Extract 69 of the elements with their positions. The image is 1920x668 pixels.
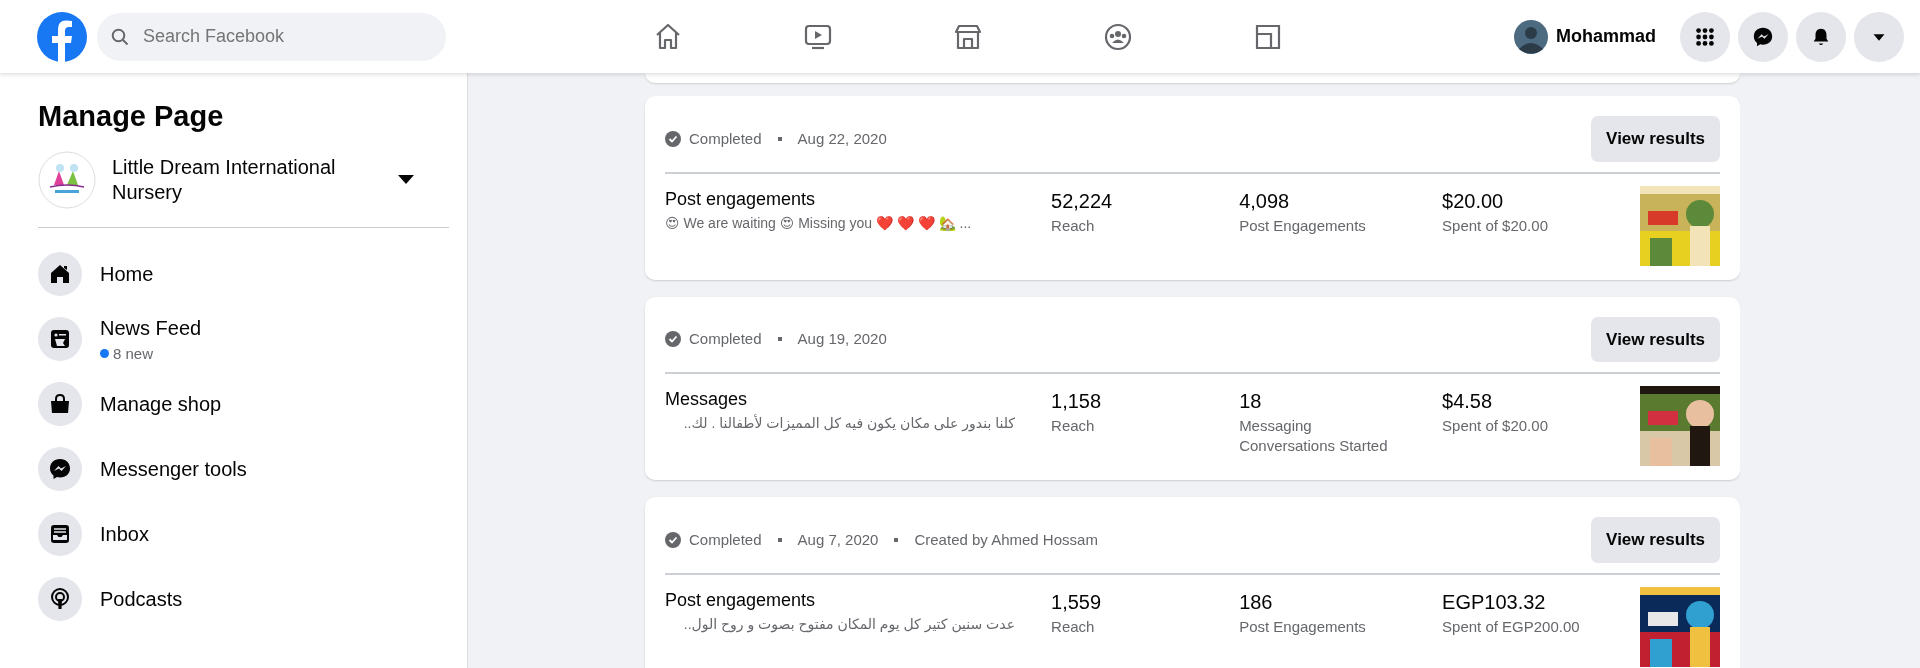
- metric-label: Post Engagements: [1239, 616, 1367, 636]
- ad-title: Messages: [665, 388, 749, 411]
- ad-text: كلنا بندور على مكان يكون فيه كل المميزات لأطفالنا . لك..: [682, 413, 1015, 434]
- sidebar-item-label[interactable]: Messenger tools: [100, 454, 247, 484]
- ad-date: Aug 7, 2020: [797, 529, 879, 550]
- sidebar-item-label[interactable]: Podcasts: [100, 584, 183, 614]
- ad-status: Completed: [689, 529, 762, 550]
- ad-text: 😍 We are waiting 😍 Missing you ❤ ❤ ❤ 🏡 ...: [665, 213, 973, 233]
- avatar[interactable]: [1514, 19, 1548, 54]
- metric-label: Reach: [1051, 616, 1096, 636]
- page-logo[interactable]: [38, 150, 96, 209]
- metric-value: EGP103.32: [1442, 589, 1547, 615]
- ad-title: Post engagements: [665, 588, 817, 612]
- metric-value: 1,158: [1051, 389, 1103, 414]
- messenger-button[interactable]: [1738, 11, 1788, 62]
- view-results-button[interactable]: View results: [1591, 517, 1720, 563]
- metric-label: Post Engagements: [1239, 215, 1367, 235]
- sidebar-item-label[interactable]: News Feed: [100, 312, 202, 343]
- sidebar-item[interactable]: Podcasts: [38, 573, 449, 625]
- sidebar-item-label[interactable]: Inbox: [100, 519, 149, 549]
- metric-value: $20.00: [1442, 188, 1505, 214]
- podcast-icon: [48, 587, 72, 611]
- search-field[interactable]: Search Facebook: [97, 12, 446, 61]
- ad-title: Post engagements: [665, 187, 817, 211]
- check-icon: [665, 331, 681, 348]
- menu-button[interactable]: [1680, 11, 1730, 62]
- sidebar-item[interactable]: Messenger tools: [38, 443, 449, 495]
- profile-name[interactable]: Mohammad: [1556, 23, 1656, 50]
- metric-value: 52,224: [1051, 188, 1114, 214]
- check-icon: [665, 531, 681, 548]
- sidebar-item-label[interactable]: Home: [100, 258, 154, 289]
- metric-label: Spent of $20.00: [1442, 416, 1549, 436]
- groups-icon[interactable]: [1103, 21, 1133, 52]
- ad-text: عدت سنين كتير كل يوم المكان مفتوح بصوت و روح الول..: [682, 614, 1015, 635]
- messenger-icon[interactable]: [1752, 25, 1774, 48]
- ad-date: Aug 22, 2020: [797, 128, 887, 149]
- sidebar-title: Manage Page: [38, 99, 225, 134]
- caret-icon[interactable]: [398, 174, 414, 185]
- page-name[interactable]: Little Dream International Nursery: [112, 154, 382, 205]
- metric-value: 186: [1239, 589, 1274, 615]
- ad-status: Completed: [689, 128, 762, 149]
- facebook-logo[interactable]: [37, 11, 87, 62]
- menu-icon[interactable]: [1694, 25, 1716, 48]
- sidebar-item[interactable]: News Feed 8 new: [38, 312, 449, 365]
- metric-label: Reach: [1051, 215, 1096, 235]
- new-count: 8 new: [113, 343, 154, 364]
- ad-creator: Created by Ahmed Hossam: [914, 529, 1098, 550]
- metric-value: $4.58: [1442, 389, 1494, 414]
- sidebar-item[interactable]: Inbox: [38, 508, 449, 560]
- ad-date: Aug 19, 2020: [797, 329, 887, 349]
- metric-label: Spent of EGP200.00: [1442, 616, 1581, 636]
- metric-label: Spent of $20.00: [1442, 215, 1549, 235]
- sidebar-item[interactable]: Manage shop: [38, 378, 449, 430]
- metric-value: 4,098: [1239, 188, 1291, 214]
- inbox-icon: [48, 522, 72, 546]
- shop-icon: [48, 392, 72, 416]
- view-results-button[interactable]: View results: [1591, 316, 1720, 362]
- metric-label: Messaging Conversations Started: [1239, 416, 1389, 455]
- metric-value: 1,559: [1051, 589, 1103, 615]
- notifications-button[interactable]: [1796, 11, 1846, 62]
- metric-label: Reach: [1051, 416, 1096, 436]
- sidebar-item-label[interactable]: Manage shop: [100, 389, 222, 419]
- view-results-button[interactable]: View results: [1591, 116, 1720, 162]
- unread-dot: [100, 349, 109, 359]
- messenger-icon: [48, 457, 72, 481]
- ad-status: Completed: [689, 329, 762, 349]
- check-icon: [665, 130, 681, 147]
- metric-value: 18: [1239, 389, 1263, 414]
- sidebar-item[interactable]: Home: [38, 247, 449, 300]
